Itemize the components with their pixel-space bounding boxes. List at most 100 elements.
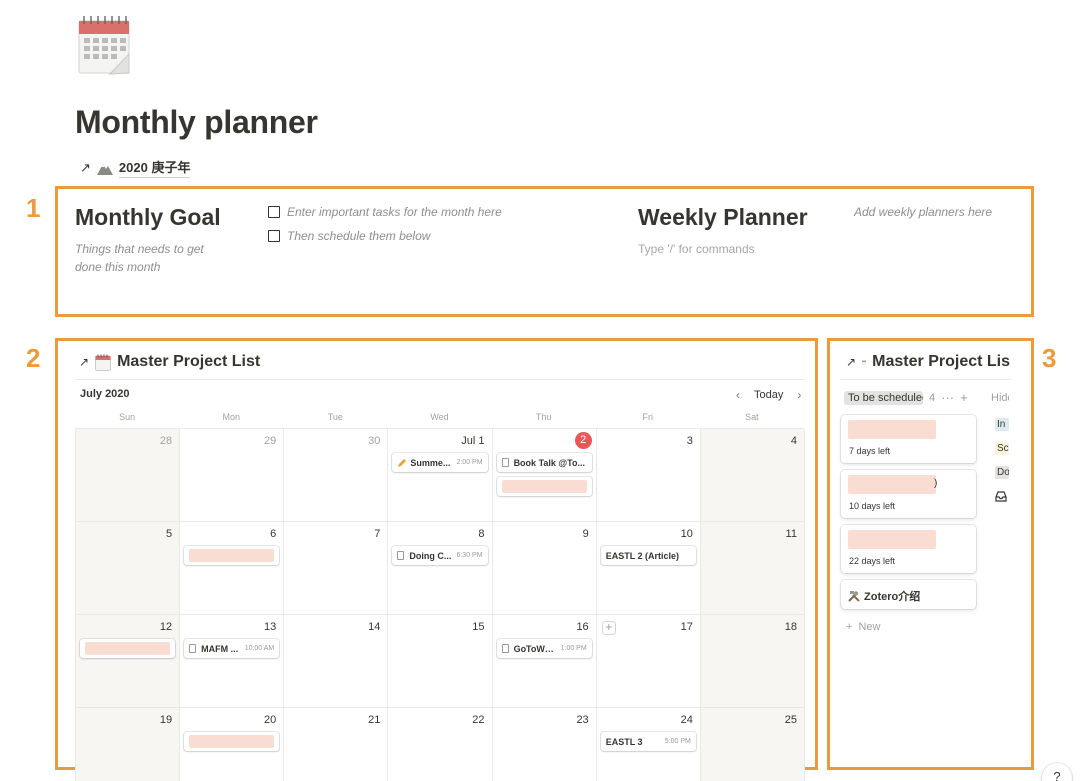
weekly-planner-heading[interactable]: Weekly Planner: [638, 204, 808, 231]
weekday-label: Wed: [430, 412, 449, 422]
day-number: 18: [784, 621, 797, 633]
weekday-label: Fri: [642, 412, 654, 422]
day-number: 17: [680, 621, 693, 633]
monthly-goal-heading[interactable]: Monthly Goal: [75, 204, 221, 231]
todo-item[interactable]: Enter important tasks for the month here: [268, 205, 502, 219]
board-card[interactable]: 22 days left: [841, 525, 976, 573]
calendar-day-cell[interactable]: 28: [76, 429, 181, 522]
hidden-group-tag[interactable]: Sc: [995, 442, 1009, 455]
day-number: 21: [368, 714, 381, 726]
calendar-day-cell[interactable]: 20: [180, 708, 285, 781]
calendar-day-cell[interactable]: 15: [388, 615, 493, 708]
card-title-text: Zotero介绍: [864, 591, 921, 603]
weekly-placeholder[interactable]: Type '/' for commands: [638, 242, 755, 256]
board-card[interactable]: Zotero介绍: [841, 580, 976, 609]
board-card[interactable]: 7 days left: [841, 415, 976, 463]
calendar-db-title[interactable]: ↗ Master Project List: [79, 353, 260, 371]
next-month-icon[interactable]: ›: [797, 388, 801, 402]
event-title: Summe...: [410, 457, 451, 468]
link-arrow-icon: ↗: [79, 355, 90, 369]
calendar-day-cell[interactable]: 29: [180, 429, 285, 522]
calendar-day-cell[interactable]: 11: [700, 522, 805, 615]
doc-icon: [501, 458, 509, 467]
event-time: 6:30 PM: [456, 552, 483, 559]
calendar-event[interactable]: [496, 477, 592, 496]
calendar-day-cell[interactable]: 25: [700, 708, 805, 781]
calendar-day-cell[interactable]: 30: [284, 429, 389, 522]
prev-month-icon[interactable]: ‹: [736, 388, 740, 402]
doc-icon: [397, 551, 405, 560]
calendar-day-cell[interactable]: 5: [76, 522, 181, 615]
calendar-day-cell[interactable]: 14: [284, 615, 389, 708]
day-number: 9: [582, 528, 589, 540]
board-card[interactable]: ) 10 days left: [841, 470, 976, 518]
new-card-button[interactable]: + New: [846, 621, 880, 633]
add-event-icon[interactable]: +: [601, 621, 616, 635]
calendar-day-cell[interactable]: 17 +: [596, 615, 701, 708]
todo-item[interactable]: Then schedule them below: [268, 229, 430, 243]
calendar-day-cell[interactable]: 23: [492, 708, 597, 781]
calendar-nav: ‹ Today ›: [736, 388, 801, 402]
page-title[interactable]: Monthly planner: [75, 104, 318, 141]
calendar-day-cell[interactable]: 12: [76, 615, 181, 708]
calendar-event[interactable]: Book Talk @To...: [496, 453, 592, 472]
weekday-label: Sat: [745, 412, 759, 422]
calendar-day-cell[interactable]: 6: [180, 522, 285, 615]
doc-icon: [189, 644, 197, 653]
group-label[interactable]: To be scheduled: [844, 390, 923, 405]
add-icon[interactable]: +: [960, 390, 968, 405]
days-left: 22 days left: [849, 556, 896, 566]
todo-checkbox[interactable]: [268, 206, 280, 218]
calendar-event[interactable]: MAFM ... 10:00 AM: [184, 639, 280, 658]
calendar-day-cell[interactable]: 9: [492, 522, 597, 615]
redacted-title: [848, 530, 936, 549]
weekday-label: Mon: [222, 412, 240, 422]
today-button[interactable]: Today: [754, 389, 783, 401]
calendar-day-cell[interactable]: 21: [284, 708, 389, 781]
weekday-label: Thu: [535, 412, 552, 422]
day-number: 5: [166, 528, 173, 540]
calendar-event[interactable]: [80, 639, 176, 658]
todo-checkbox[interactable]: [268, 230, 280, 242]
board-db-title[interactable]: ↗ Master Project Lis: [846, 353, 1010, 371]
board-group-header: To be scheduled 4 ··· +: [844, 390, 968, 405]
calendar-day-cell[interactable]: 8 Doing C... 6:30 PM: [388, 522, 493, 615]
calendar-day-cell[interactable]: 18: [700, 615, 805, 708]
linked-page-2020[interactable]: ↗ 2020 庚子年: [80, 157, 191, 178]
calendar-event[interactable]: [184, 732, 280, 751]
calendar-day-cell[interactable]: 24 EASTL 3 5:00 PM: [596, 708, 701, 781]
day-number: 10: [680, 528, 693, 540]
hidden-group-tag[interactable]: In: [995, 418, 1009, 431]
calendar-event[interactable]: Doing C... 6:30 PM: [392, 546, 488, 565]
day-number: 24: [680, 714, 693, 726]
day-number: Jul 1: [461, 435, 485, 447]
weekly-hint[interactable]: Add weekly planners here: [854, 203, 992, 221]
calendar-day-cell[interactable]: 10 EASTL 2 (Article): [596, 522, 701, 615]
spiral-calendar-icon: [862, 359, 867, 365]
calendar-day-cell[interactable]: 4: [700, 429, 805, 522]
calendar-event[interactable]: EASTL 2 (Article): [600, 546, 696, 565]
inbox-icon[interactable]: [995, 489, 1007, 507]
tools-icon: [848, 591, 860, 602]
page-calendar-icon[interactable]: [78, 14, 132, 76]
monthly-goal-subtext[interactable]: Things that needs to get done this month: [75, 240, 225, 276]
calendar-day-cell[interactable]: 3: [596, 429, 701, 522]
day-number: 22: [472, 714, 485, 726]
calendar-day-cell[interactable]: 16 GoToWe... 1:00 PM: [492, 615, 597, 708]
calendar-day-cell[interactable]: 19: [76, 708, 181, 781]
calendar-day-cell[interactable]: 7: [284, 522, 389, 615]
calendar-day-cell[interactable]: 2 Book Talk @To...: [492, 429, 597, 522]
calendar-day-cell[interactable]: 13 MAFM ... 10:00 AM: [180, 615, 285, 708]
calendar-day-cell[interactable]: 22: [388, 708, 493, 781]
calendar-event[interactable]: GoToWe... 1:00 PM: [496, 639, 592, 658]
hidden-group-tag[interactable]: Do: [995, 466, 1009, 479]
hidden-groups-label[interactable]: Hidd: [991, 392, 1009, 404]
calendar-event[interactable]: EASTL 3 5:00 PM: [600, 732, 696, 751]
calendar-day-cell[interactable]: Jul 1 Summe... 2:00 PM: [388, 429, 493, 522]
calendar-grid: 28 29 30 Jul 1 Summe... 2:00 PM 2 Book Talk @To…: [75, 429, 805, 781]
calendar-event[interactable]: Summe... 2:00 PM: [392, 453, 488, 472]
help-button[interactable]: ?: [1042, 763, 1072, 781]
calendar-event[interactable]: [184, 546, 280, 565]
day-number: 29: [264, 435, 277, 447]
more-icon[interactable]: ···: [941, 390, 954, 405]
